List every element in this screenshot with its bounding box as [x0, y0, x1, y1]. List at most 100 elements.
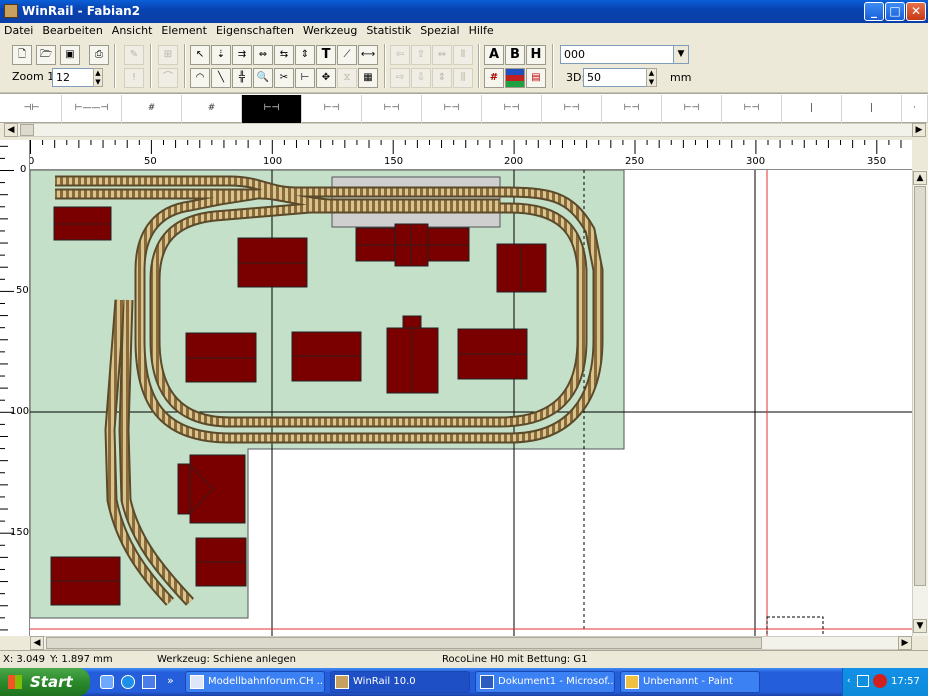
quicklaunch-expand-icon[interactable]: » — [167, 674, 174, 687]
arrow-up-icon[interactable]: ⇧ — [411, 45, 431, 65]
grid-icon[interactable]: ⊞ — [158, 45, 178, 65]
track-profile-item[interactable]: ⊢⊣ — [482, 95, 542, 123]
measure-icon[interactable]: ⟷ — [358, 45, 378, 65]
building[interactable] — [496, 243, 547, 293]
profile-scrollbar[interactable] — [4, 123, 926, 137]
menu-statistik[interactable]: Statistik — [362, 23, 416, 37]
track-profile-item[interactable]: ⊢⊣ — [722, 95, 782, 123]
task-word[interactable]: Dokument1 - Microsof... — [475, 671, 615, 693]
scroll-right-icon[interactable]: ▶ — [912, 123, 926, 137]
scissors-icon[interactable]: ✂ — [274, 68, 294, 88]
pencil-icon[interactable]: ✎ — [124, 45, 144, 65]
label-b-button[interactable]: B — [505, 45, 525, 65]
connect-track-icon[interactable]: ⇔ — [253, 45, 273, 65]
track-profile-item[interactable]: ⊢⊣ — [602, 95, 662, 123]
track-profile-item[interactable]: ⊢⊣ — [362, 95, 422, 123]
close-button[interactable]: ✕ — [906, 2, 926, 21]
move-icon[interactable]: ✥ — [316, 68, 336, 88]
task-paint[interactable]: Unbenannt - Paint — [620, 671, 760, 693]
menu-eigenschaften[interactable]: Eigenschaften — [212, 23, 299, 37]
arrow-updown-icon[interactable]: ⇕ — [432, 68, 452, 88]
3d-spinner[interactable]: ▲ ▼ — [646, 68, 657, 87]
scroll-up-icon[interactable]: ▲ — [913, 171, 927, 185]
task-modellbahnforum[interactable]: Modellbahnforum.CH ... — [185, 671, 325, 693]
label-h-button[interactable]: H — [526, 45, 546, 65]
select-arrow-icon[interactable]: ↖ — [190, 45, 210, 65]
info-icon[interactable]: ! — [124, 68, 144, 88]
vertical-scroll-thumb[interactable] — [914, 186, 926, 586]
profile-scroll-thumb[interactable] — [20, 124, 34, 136]
building[interactable] — [291, 331, 362, 382]
landscape-icon[interactable]: ▦ — [358, 68, 378, 88]
straight-track-icon[interactable]: ⇣ — [211, 45, 231, 65]
building[interactable] — [185, 332, 257, 383]
3d-height-input[interactable]: 50 — [583, 68, 647, 87]
track-profile-item-selected[interactable]: ⊢⊣ — [242, 95, 302, 123]
save-file-button[interactable]: ▣ — [60, 45, 80, 65]
baseboard[interactable] — [30, 170, 625, 619]
menu-ansicht[interactable]: Ansicht — [108, 23, 158, 37]
arrow-left-icon[interactable]: ⇦ — [390, 45, 410, 65]
cross-track-icon[interactable]: ╬ — [232, 68, 252, 88]
menu-element[interactable]: Element — [157, 23, 212, 37]
bridge-icon[interactable]: ⇕ — [295, 45, 315, 65]
track-profile-item[interactable]: ⊢——⊣ — [62, 95, 122, 123]
zoom-input[interactable]: 12 — [52, 68, 94, 87]
horizontal-scroll-thumb[interactable] — [46, 637, 762, 649]
scroll-right-icon[interactable]: ▶ — [898, 636, 912, 650]
track-profile-item[interactable]: ⊢⊣ — [542, 95, 602, 123]
flex-track-icon[interactable]: ⇆ — [274, 45, 294, 65]
label-a-button[interactable]: A — [484, 45, 504, 65]
line-tool-icon[interactable]: ╲ — [211, 68, 231, 88]
slope-icon[interactable]: ⟋ — [337, 45, 357, 65]
grid-toggle-icon[interactable]: # — [484, 68, 504, 88]
media-player-icon[interactable] — [142, 675, 156, 689]
track-profile-item[interactable]: ⊣⊢ — [2, 95, 62, 123]
track-profile-item[interactable]: · — [902, 95, 928, 123]
maximize-button[interactable]: □ — [885, 2, 905, 21]
building[interactable] — [53, 206, 112, 241]
new-file-button[interactable]: 🗋 — [12, 45, 32, 65]
arc-icon[interactable]: ⌒ — [158, 68, 178, 88]
scroll-left-icon[interactable]: ◀ — [4, 123, 18, 137]
distribute-v-icon[interactable]: ⫼ — [453, 68, 473, 88]
menu-werkzeug[interactable]: Werkzeug — [299, 23, 362, 37]
building[interactable] — [386, 327, 439, 394]
scroll-down-icon[interactable]: ▼ — [913, 619, 927, 633]
layer-select[interactable]: 000 — [560, 45, 674, 64]
track-profile-item[interactable]: ⊢⊣ — [662, 95, 722, 123]
track-profile-item[interactable]: ⊢⊣ — [302, 95, 362, 123]
menu-spezial[interactable]: Spezial — [416, 23, 464, 37]
color-palette-icon[interactable]: ▤ — [526, 68, 546, 88]
open-file-button[interactable]: 🗁 — [36, 45, 56, 65]
text-tool-icon[interactable]: T — [316, 45, 336, 65]
app-icon[interactable] — [4, 4, 18, 18]
menu-datei[interactable]: Datei — [0, 23, 38, 37]
curve-track-icon[interactable]: ◠ — [190, 68, 210, 88]
selection-frame[interactable] — [766, 616, 824, 636]
antivirus-icon[interactable] — [873, 674, 887, 688]
building[interactable] — [237, 237, 308, 288]
tray-expand-icon[interactable]: ‹ — [847, 676, 851, 686]
track-profile-item[interactable]: | — [782, 95, 842, 123]
track-profile-item[interactable]: # — [122, 95, 182, 123]
building[interactable] — [189, 454, 246, 524]
network-icon[interactable] — [857, 675, 869, 687]
menu-bearbeiten[interactable]: Bearbeiten — [38, 23, 107, 37]
arrow-leftright-icon[interactable]: ⇔ — [432, 45, 452, 65]
distribute-h-icon[interactable]: ⫴ — [453, 45, 473, 65]
mirror-icon[interactable]: ⧖ — [337, 68, 357, 88]
arrow-right-icon[interactable]: ⇨ — [390, 68, 410, 88]
print-button[interactable]: ⎙ — [89, 45, 109, 65]
zoom-tool-icon[interactable]: 🔍 — [253, 68, 273, 88]
menu-hilfe[interactable]: Hilfe — [465, 23, 499, 37]
chevron-down-icon[interactable]: ▼ — [673, 45, 689, 64]
buffer-icon[interactable]: ⊢ — [295, 68, 315, 88]
start-button[interactable]: Start — [0, 668, 90, 696]
track-plan[interactable] — [30, 170, 912, 636]
track-profile-item[interactable]: # — [182, 95, 242, 123]
internet-explorer-icon[interactable] — [121, 675, 135, 689]
drawing-canvas[interactable] — [30, 170, 912, 636]
track-profile-item[interactable]: | — [842, 95, 902, 123]
turnout-icon[interactable]: ⇉ — [232, 45, 252, 65]
